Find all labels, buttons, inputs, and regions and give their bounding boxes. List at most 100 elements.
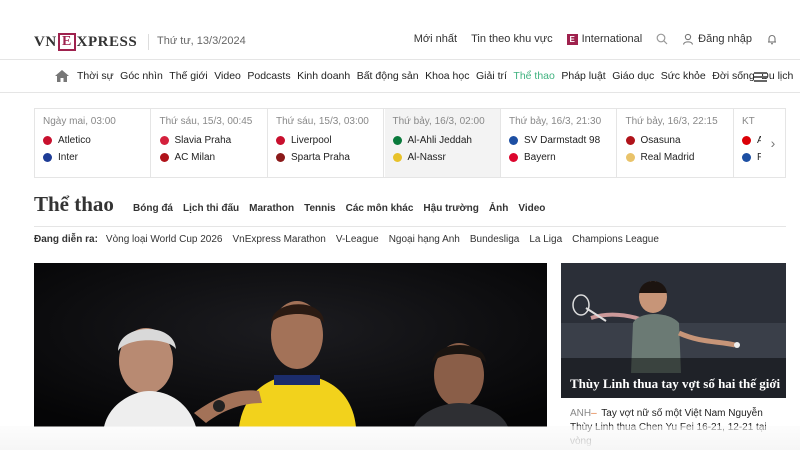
match-time: Thứ bảy, 16/3, 22:15 bbox=[625, 116, 718, 127]
section-tab[interactable]: Bóng đá bbox=[133, 203, 173, 214]
login-label: Đăng nhập bbox=[698, 33, 752, 45]
top-header: VN E XPRESS Thứ tư, 13/3/2024 Mới nhất T… bbox=[0, 24, 800, 60]
match-card[interactable]: Thứ bảy, 16/3, 02:00 Al-Ahli Jeddah Al-Nas… bbox=[384, 109, 501, 177]
section-divider bbox=[34, 226, 786, 227]
away-team: Inter bbox=[43, 152, 150, 163]
team-crest-icon bbox=[742, 153, 751, 162]
section-tab[interactable]: Lịch thi đấu bbox=[183, 203, 239, 214]
home-team-name: Liverpool bbox=[291, 135, 332, 146]
team-crest-icon bbox=[742, 136, 751, 145]
latest-news-link[interactable]: Mới nhất bbox=[414, 33, 457, 45]
home-team-name: Atletico bbox=[58, 135, 91, 146]
match-time: Thứ sáu, 15/3, 00:45 bbox=[159, 116, 253, 127]
logo-e-box: E bbox=[57, 33, 76, 51]
nav-item[interactable]: Đời sống bbox=[712, 70, 755, 82]
section-title[interactable]: Thể thao bbox=[34, 192, 114, 217]
international-link[interactable]: E International bbox=[566, 33, 643, 45]
nav-item[interactable]: Kinh doanh bbox=[297, 70, 350, 82]
away-team: Real Madrid bbox=[625, 152, 733, 163]
home-team-name: Al-Ahli Jeddah bbox=[407, 135, 472, 146]
away-team-name: AC Milan bbox=[174, 152, 216, 163]
team-crest-icon bbox=[159, 153, 169, 162]
live-topic-link[interactable]: Ngoại hạng Anh bbox=[389, 234, 460, 245]
section-tab[interactable]: Marathon bbox=[249, 203, 294, 214]
team-crest-icon bbox=[276, 153, 285, 162]
away-team: AC Milan bbox=[159, 152, 267, 163]
home-team-name: Slavia Praha bbox=[174, 135, 232, 146]
vnexpress-logo[interactable]: VN E XPRESS bbox=[34, 32, 137, 52]
home-team-name: SV Darmstadt 98 bbox=[524, 135, 601, 146]
team-crest-icon bbox=[276, 136, 285, 145]
nav-item[interactable]: Podcasts bbox=[247, 70, 290, 82]
home-team: Al-Ahli Jeddah bbox=[392, 135, 500, 146]
live-topic-link[interactable]: Bundesliga bbox=[470, 234, 519, 245]
live-topic-link[interactable]: Champions League bbox=[572, 234, 659, 245]
section-tab[interactable]: Các môn khác bbox=[346, 203, 414, 214]
live-label: Đang diễn ra: bbox=[34, 234, 98, 245]
section-tab[interactable]: Video bbox=[518, 203, 545, 214]
team-crest-icon bbox=[43, 136, 52, 145]
home-team: Liverpool bbox=[276, 135, 383, 146]
nav-item[interactable]: Giải trí bbox=[476, 70, 507, 82]
match-time: Thứ bảy, 16/3, 21:30 bbox=[509, 116, 602, 127]
nav-item[interactable]: Video bbox=[214, 70, 241, 82]
international-label: International bbox=[581, 33, 643, 45]
search-button[interactable] bbox=[656, 33, 668, 45]
section-tab[interactable]: Hậu trường bbox=[423, 203, 478, 214]
team-crest-icon bbox=[159, 136, 169, 145]
live-topic-link[interactable]: La Liga bbox=[529, 234, 562, 245]
notification-button[interactable] bbox=[766, 33, 778, 45]
away-team-name: Sparta Praha bbox=[291, 152, 350, 163]
photo-credit: ANH– bbox=[570, 408, 597, 419]
team-crest-icon bbox=[509, 136, 518, 145]
live-topic-link[interactable]: Vòng loại World Cup 2026 bbox=[106, 234, 223, 245]
section-tab[interactable]: Tennis bbox=[304, 203, 335, 214]
match-card[interactable]: Thứ sáu, 15/3, 00:45 Slavia Praha AC Milan bbox=[152, 109, 268, 177]
away-team: Al-Nassr bbox=[392, 152, 500, 163]
nav-item[interactable]: Góc nhìn bbox=[120, 70, 163, 82]
nav-item[interactable]: Thế giới bbox=[169, 70, 207, 82]
match-time: Thứ sáu, 15/3, 03:00 bbox=[276, 116, 369, 127]
live-topics: Đang diễn ra: Vòng loại World Cup 2026 Vn… bbox=[34, 234, 669, 245]
current-date: Thứ tư, 13/3/2024 bbox=[157, 35, 246, 47]
match-card[interactable]: Ngày mai, 03:00 Atletico Inter bbox=[35, 109, 151, 177]
hero-image[interactable] bbox=[34, 263, 547, 427]
home-icon[interactable] bbox=[54, 69, 70, 83]
nav-items: Thời sự Góc nhìn Thế giới Video Podcasts Kinh… bbox=[77, 70, 800, 82]
home-team: Slavia Praha bbox=[159, 135, 267, 146]
live-topic-link[interactable]: V-League bbox=[336, 234, 379, 245]
header-links: Mới nhất Tin theo khu vực E Internationa… bbox=[400, 33, 778, 45]
chevron-right-icon[interactable]: › bbox=[761, 109, 785, 177]
nav-item[interactable]: Khoa học bbox=[425, 70, 469, 82]
nav-item[interactable]: Thể thao bbox=[513, 70, 554, 82]
menu-icon[interactable] bbox=[754, 72, 767, 82]
home-team: Osasuna bbox=[625, 135, 733, 146]
nav-item[interactable]: Thời sự bbox=[77, 70, 114, 82]
login-button[interactable]: Đăng nhập bbox=[682, 33, 752, 45]
match-schedule-strip: Ngày mai, 03:00 Atletico Inter Thứ sáu, 15/… bbox=[34, 108, 786, 178]
regional-news-link[interactable]: Tin theo khu vực bbox=[471, 33, 553, 45]
team-crest-icon bbox=[509, 153, 518, 162]
team-crest-icon bbox=[625, 153, 635, 162]
user-icon bbox=[683, 33, 694, 45]
match-card[interactable]: Thứ sáu, 15/3, 03:00 Liverpool Sparta Prah… bbox=[268, 109, 384, 177]
nav-item[interactable]: Sức khỏe bbox=[661, 70, 706, 82]
home-team-name: Osasuna bbox=[640, 135, 681, 146]
international-logo-icon: E bbox=[566, 33, 578, 45]
nav-item[interactable]: Pháp luật bbox=[561, 70, 605, 82]
logo-xpress: XPRESS bbox=[76, 33, 138, 50]
match-card[interactable]: Thứ bảy, 16/3, 21:30 SV Darmstadt 98 Bayer… bbox=[501, 109, 617, 177]
match-time: Ngày mai, 03:00 bbox=[43, 116, 116, 127]
team-crest-icon bbox=[43, 153, 52, 162]
away-team: Sparta Praha bbox=[276, 152, 383, 163]
live-topic-link[interactable]: VnExpress Marathon bbox=[232, 234, 325, 245]
hero-photo bbox=[34, 263, 547, 427]
header-divider bbox=[148, 34, 149, 50]
nav-item[interactable]: Giáo dục bbox=[612, 70, 654, 82]
away-team-name: Al-Nassr bbox=[407, 152, 446, 163]
side-story-title[interactable]: Thùy Linh thua tay vợt số hai thế giới bbox=[570, 376, 780, 392]
nav-item[interactable]: Bất động sản bbox=[357, 70, 419, 82]
away-team-name: Inter bbox=[58, 152, 79, 163]
section-tab[interactable]: Ảnh bbox=[489, 203, 508, 214]
match-card[interactable]: Thứ bảy, 16/3, 22:15 Osasuna Real Madrid bbox=[618, 109, 734, 177]
